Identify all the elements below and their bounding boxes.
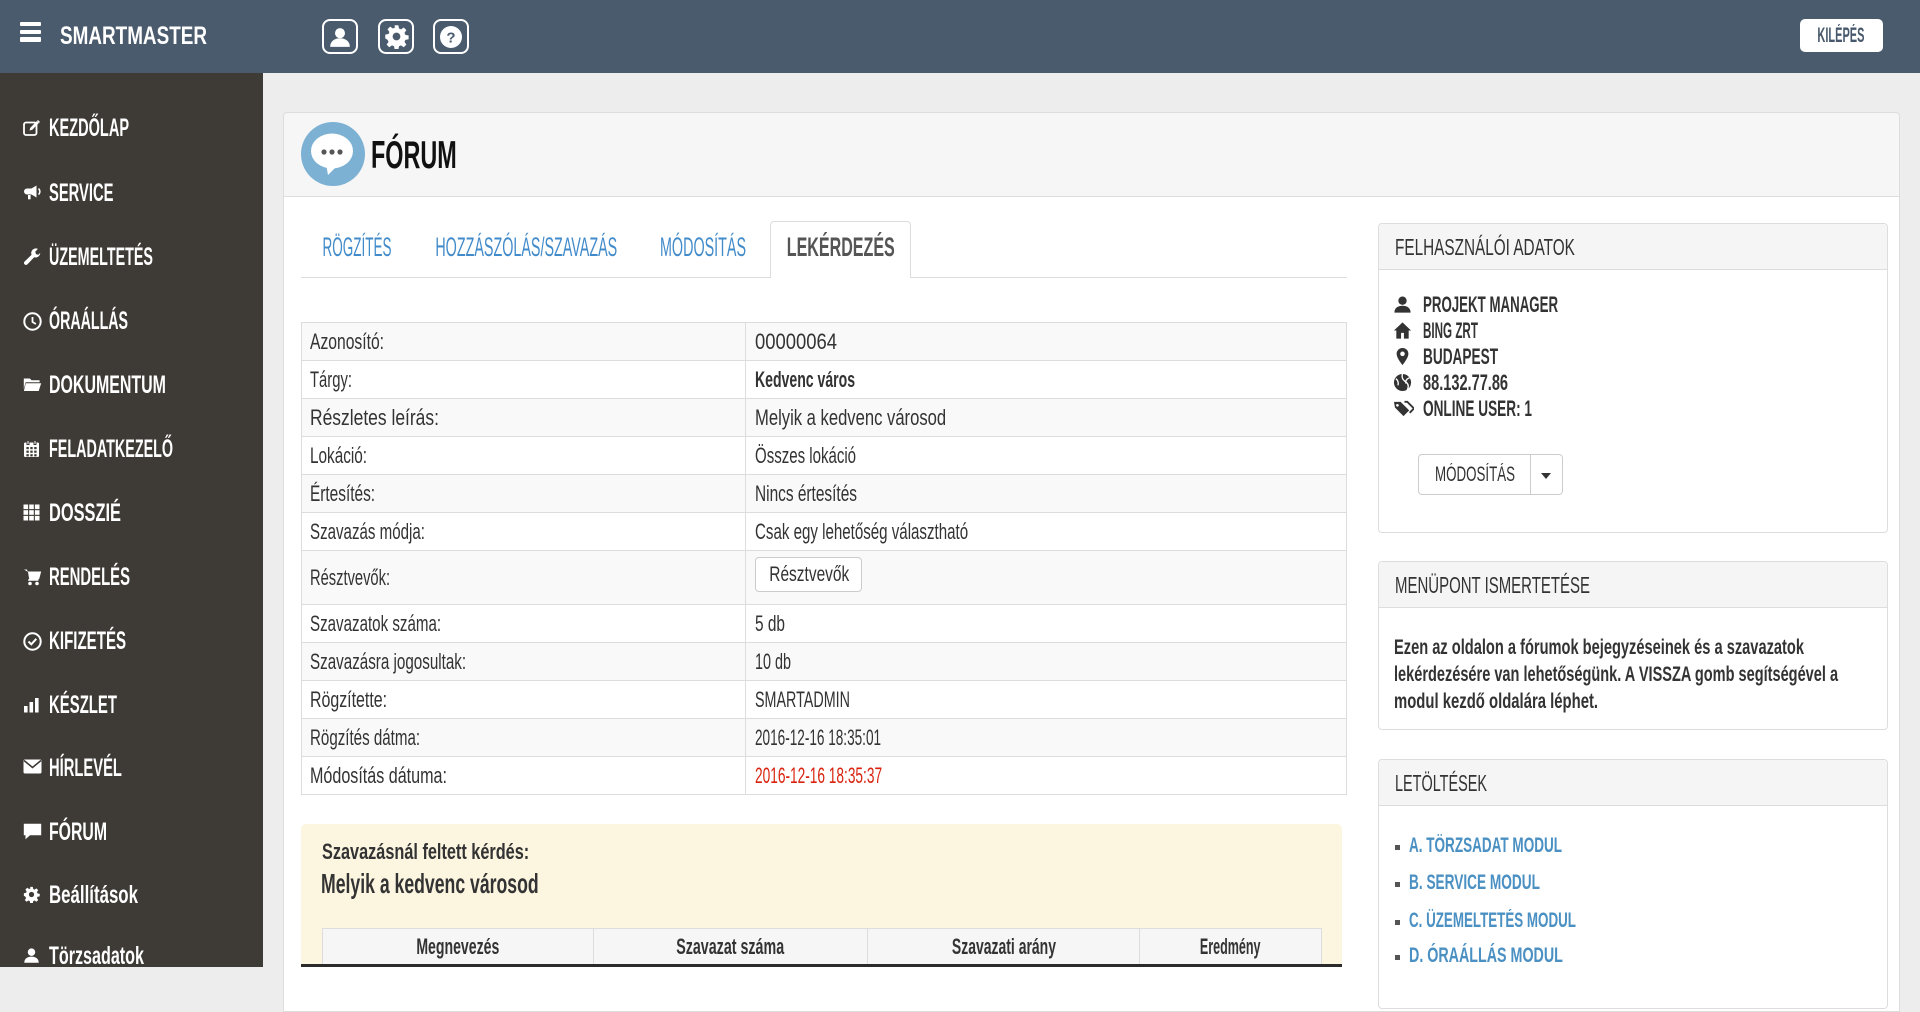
svg-text:?: ? bbox=[446, 29, 455, 46]
